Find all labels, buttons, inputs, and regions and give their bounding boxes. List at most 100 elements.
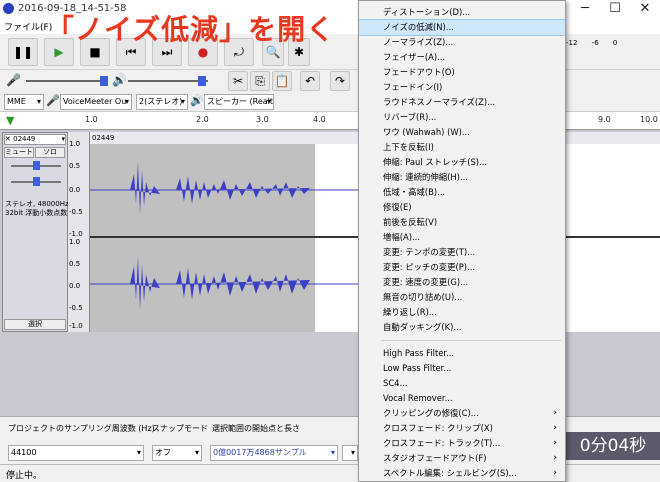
- effect-menu-item[interactable]: クリッピングの修復(C)... ›: [359, 406, 565, 421]
- selection-length-field[interactable]: [342, 445, 358, 461]
- selection-start-field[interactable]: 0億0017万4868サンプル: [210, 445, 338, 461]
- submenu-arrow-icon: ›: [553, 468, 557, 478]
- solo-button[interactable]: ソロ: [35, 147, 65, 158]
- effect-menu-item-label: ワウ (Wahwah) (W)...: [383, 127, 470, 137]
- audio-position-display[interactable]: 0分04秒: [566, 432, 660, 460]
- snap-mode-select[interactable]: オフ: [152, 445, 202, 461]
- ruler-tick: 3.0: [256, 115, 269, 124]
- cut-button[interactable]: ✂: [228, 71, 248, 91]
- effect-menu-item[interactable]: Vocal Remover...: [359, 391, 565, 406]
- effect-menu-item[interactable]: 変更: 速度の変更(G)...: [359, 275, 565, 290]
- effect-menu-item[interactable]: クロスフェード: クリップ(X) ›: [359, 421, 565, 436]
- effect-menu-item-label: 伸縮: Paul ストレッチ(S)...: [383, 157, 488, 167]
- scale-tick: -0.5: [69, 304, 83, 312]
- play-head-icon[interactable]: ▼: [6, 114, 14, 127]
- effect-menu-item[interactable]: 修復(E): [359, 200, 565, 215]
- pause-button[interactable]: ❚❚: [8, 38, 38, 66]
- ruler-tick: 4.0: [313, 115, 326, 124]
- effect-menu-item-label: フェードイン(I): [383, 82, 443, 92]
- effect-menu-item[interactable]: ワウ (Wahwah) (W)...: [359, 125, 565, 140]
- maximize-icon[interactable]: ☐: [600, 0, 630, 18]
- effect-menu-item[interactable]: 変更: テンポの変更(T)...: [359, 245, 565, 260]
- input-device-select[interactable]: VoiceMeeter Ou: [60, 94, 132, 110]
- menu-file[interactable]: ファイル(F): [4, 20, 52, 33]
- track-dropdown-icon: ▾: [61, 135, 65, 143]
- effect-menu-item[interactable]: 低域・高域(B)...: [359, 185, 565, 200]
- effect-menu-item-label: リバーブ(R)...: [383, 112, 437, 122]
- effect-menu-item[interactable]: 無音の切り詰め(U)...: [359, 290, 565, 305]
- scale-tick: 0.5: [69, 260, 81, 268]
- pan-thumb[interactable]: [33, 177, 40, 186]
- redo-icon: ↷: [334, 74, 346, 88]
- effect-menu-item-label: 伸縮: 連続的伸縮(H)...: [383, 172, 468, 182]
- track-menu-button[interactable]: ✕ 02449 ▾: [4, 134, 66, 145]
- effect-menu-item-label: スペクトル編集: シェルビング(S)...: [383, 468, 517, 478]
- submenu-arrow-icon: ›: [553, 423, 557, 433]
- effect-menu-item[interactable]: ノイズの低減(N)...: [359, 19, 565, 36]
- effect-menu-item[interactable]: スペクトル編集: シェルビング(S)... ›: [359, 466, 565, 481]
- effect-menu-item[interactable]: 伸縮: 連続的伸縮(H)...: [359, 170, 565, 185]
- effect-menu-item-label: ディストーション(D)...: [383, 7, 471, 17]
- effect-menu-item[interactable]: ラウドネスノーマライズ(Z)...: [359, 95, 565, 110]
- effect-menu-item[interactable]: フェードイン(I): [359, 80, 565, 95]
- effect-menu-item-label: 変更: 速度の変更(G)...: [383, 277, 469, 287]
- playback-volume-thumb[interactable]: [198, 76, 206, 86]
- effect-menu-item[interactable]: 上下を反転(I): [359, 140, 565, 155]
- menu-separator: [381, 340, 561, 341]
- effect-menu-item[interactable]: フェイザー(A)...: [359, 50, 565, 65]
- playback-volume-slider[interactable]: [128, 80, 208, 82]
- effect-menu-item-label: クロスフェード: クリップ(X): [383, 423, 493, 433]
- channels-select[interactable]: 2(ステレオ): [136, 94, 188, 110]
- playback-meter[interactable]: -12 -6 0: [566, 38, 660, 66]
- app-icon: [3, 3, 14, 14]
- record-volume-slider[interactable]: [26, 80, 106, 82]
- effect-menu-item[interactable]: 増幅(A)...: [359, 230, 565, 245]
- effect-menu-item-label: 前後を反転(V): [383, 217, 438, 227]
- effect-menu-item[interactable]: クロスフェード: トラック(T)... ›: [359, 436, 565, 451]
- effect-menu-item[interactable]: SC4...: [359, 376, 565, 391]
- effect-menu-item[interactable]: 自動ダッキング(K)...: [359, 320, 565, 335]
- minimize-icon[interactable]: ─: [570, 0, 600, 18]
- ruler-tick: 2.0: [196, 115, 209, 124]
- effect-menu-item[interactable]: リバーブ(R)...: [359, 110, 565, 125]
- copy-button[interactable]: ⎘: [250, 71, 270, 91]
- effect-menu-item[interactable]: 前後を反転(V): [359, 215, 565, 230]
- select-track-button[interactable]: 選択: [4, 319, 66, 330]
- scale-tick: -1.0: [69, 230, 83, 238]
- effect-menu-item-label: High Pass Filter...: [383, 348, 455, 358]
- effect-menu-item-label: 繰り返し(R)...: [383, 307, 437, 317]
- audio-host-select[interactable]: MME: [4, 94, 44, 110]
- effect-menu-item-label: スタジオフェードアウト(F): [383, 453, 487, 463]
- submenu-arrow-icon: ›: [553, 408, 557, 418]
- mute-button[interactable]: ミュート: [4, 147, 34, 158]
- effect-menu-item[interactable]: 変更: ピッチの変更(P)...: [359, 260, 565, 275]
- effect-menu-item[interactable]: ノーマライズ(Z)...: [359, 35, 565, 50]
- effect-menu-item-label: 変更: テンポの変更(T)...: [383, 247, 476, 257]
- effect-menu-item[interactable]: スタジオフェードアウト(F) ›: [359, 451, 565, 466]
- redo-button[interactable]: ↷: [330, 71, 350, 91]
- track-control-panel: ✕ 02449 ▾ ミュート ソロ ステレオ, 48000Hz 32bit 浮動…: [2, 132, 69, 332]
- close-track-icon[interactable]: ✕: [5, 135, 11, 143]
- paste-button[interactable]: 📋: [272, 71, 292, 91]
- effect-menu-item[interactable]: フェードアウト(O): [359, 65, 565, 80]
- effect-menu-item[interactable]: 伸縮: Paul ストレッチ(S)...: [359, 155, 565, 170]
- effect-menu-item-label: フェイザー(A)...: [383, 52, 446, 62]
- effect-menu-item[interactable]: ディストーション(D)...: [359, 5, 565, 20]
- undo-button[interactable]: ↶: [300, 71, 320, 91]
- effect-menu-item[interactable]: Low Pass Filter...: [359, 361, 565, 376]
- meter-label-1: -12: [566, 39, 578, 47]
- effect-menu-item[interactable]: 繰り返し(R)...: [359, 305, 565, 320]
- record-volume-thumb[interactable]: [100, 76, 108, 86]
- paste-icon: 📋: [274, 74, 290, 88]
- gain-thumb[interactable]: [33, 161, 40, 170]
- output-device-select[interactable]: スピーカー (Realtek: [204, 94, 274, 110]
- scale-tick: 0.0: [69, 186, 81, 194]
- status-text: 停止中。: [6, 471, 43, 481]
- effect-menu-item[interactable]: High Pass Filter...: [359, 346, 565, 361]
- pause-icon: ❚❚: [12, 45, 34, 59]
- close-icon[interactable]: ✕: [630, 0, 660, 18]
- project-rate-select[interactable]: 44100: [8, 445, 144, 461]
- speaker-device-icon: 🔊: [190, 94, 204, 107]
- meter-label-3: 0: [612, 39, 618, 47]
- range-label: 選択範囲の開始点と長さ: [212, 424, 300, 433]
